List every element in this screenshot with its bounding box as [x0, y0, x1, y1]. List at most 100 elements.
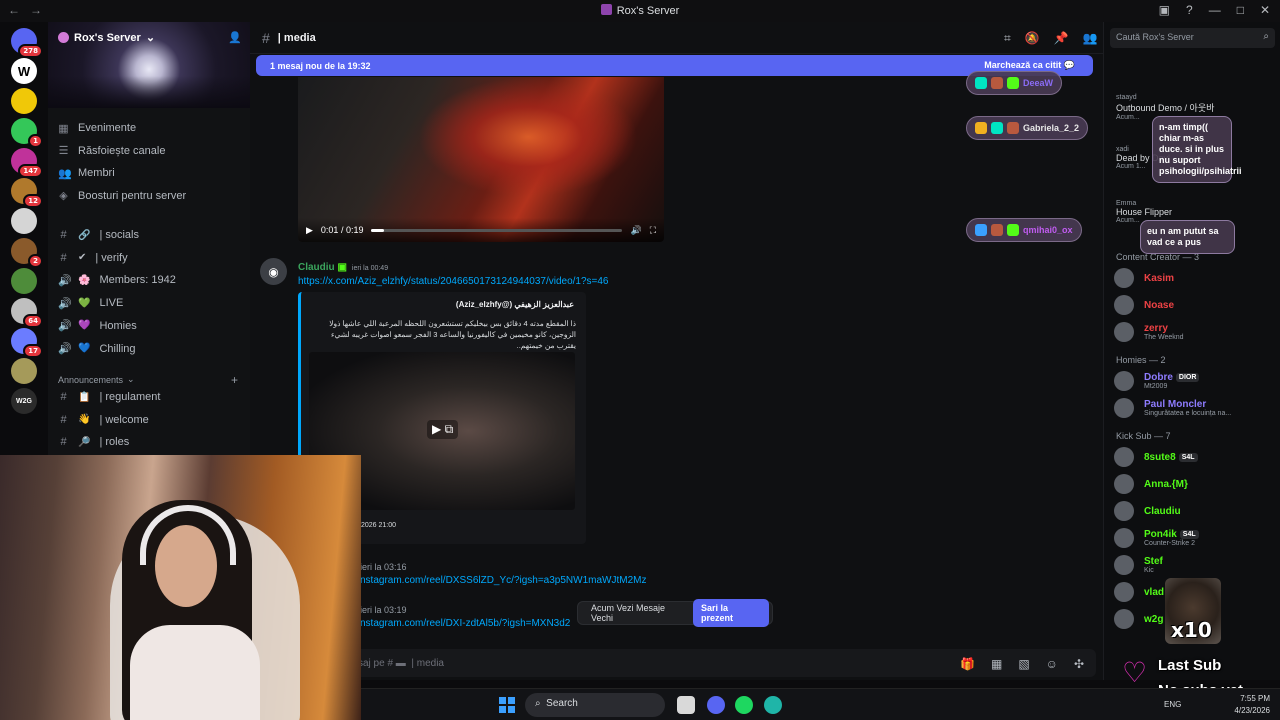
file-explorer-icon[interactable] — [677, 696, 695, 714]
channel-item[interactable]: # 🔎 | roles — [58, 432, 243, 452]
apps-icon[interactable]: ✣ — [1074, 657, 1084, 671]
avatar — [1114, 295, 1134, 315]
volume-icon[interactable]: 🔊 — [630, 225, 641, 236]
avatar — [1114, 447, 1134, 467]
notification-badge: 12 — [23, 194, 43, 208]
sidebar-item-calendar[interactable]: ▦ Evenimente — [58, 118, 243, 138]
member-item[interactable]: 8sute8 S4L — [1114, 445, 1274, 469]
member-status: Kic — [1144, 567, 1154, 574]
member-item[interactable]: Paul Moncler Singurătatea e locuința na..… — [1114, 396, 1274, 420]
server-icon[interactable] — [11, 268, 37, 294]
jump-to-present-bar: Acum Vezi Mesaje Vechi Sari la prezent — [577, 599, 773, 627]
boost-icon: ◈ — [59, 190, 68, 202]
spotify-app-icon[interactable] — [735, 696, 753, 714]
language-indicator[interactable]: ENG — [1164, 700, 1181, 709]
channel-item[interactable]: # ✔ | verify — [58, 248, 243, 268]
search-icon: ⌕ — [1263, 31, 1269, 42]
sidebar-item-members[interactable]: 👥 Membri — [58, 163, 243, 183]
jump-to-present-button[interactable]: Sari la prezent — [693, 599, 769, 627]
server-icon[interactable]: 64 — [11, 298, 43, 328]
emoji-icon[interactable]: ☺ — [1046, 657, 1058, 671]
gif-icon[interactable]: ▦ — [991, 657, 1002, 671]
new-messages-bar[interactable]: 1 mesaj nou de la 19:32 Marchează ca cit… — [256, 55, 1093, 76]
message-link[interactable]: nstagram.com/reel/DXSS6lZD_Yc/?igsh=a3p5… — [360, 575, 646, 586]
channel-emoji-icon: 📋 — [78, 391, 91, 403]
member-item[interactable]: Stef Kic — [1114, 553, 1274, 577]
heart-icon: ♡ — [1122, 657, 1148, 688]
invite-icon[interactable]: 👤 — [228, 31, 242, 44]
server-icon[interactable]: 1 — [11, 118, 43, 148]
member-item[interactable]: Anna.{M} — [1114, 472, 1274, 496]
close-button[interactable]: ✕ — [1260, 3, 1270, 17]
mute-bell-icon[interactable]: 🔕 — [1025, 31, 1040, 46]
fullscreen-icon[interactable]: ⛶ — [650, 225, 656, 236]
notification-badge: 2 — [28, 254, 43, 268]
channel-item[interactable]: # 👋 | welcome — [58, 410, 243, 430]
play-icon[interactable]: ▶ — [306, 225, 313, 236]
channel-item[interactable]: 🔊 💙 Chilling — [58, 339, 243, 359]
server-name-button[interactable]: Rox's Server ⌄ — [58, 31, 155, 44]
sticker-icon[interactable]: ▧ — [1018, 657, 1029, 671]
text-channel-icon: # — [60, 436, 67, 449]
message-link[interactable]: nstagram.com/reel/DXI-zdtAl5b/?igsh=MXN3… — [360, 618, 570, 629]
server-icon[interactable]: W2G — [11, 388, 37, 414]
member-list-icon[interactable]: 👥 — [1083, 31, 1098, 46]
video-player[interactable]: ▶ 0:01 / 0:19 🔊 ⛶ — [298, 77, 664, 242]
message-timestamp: ieri la 03:19 — [360, 605, 407, 615]
system-clock[interactable]: 7:55 PM 4/23/2026 — [1234, 693, 1270, 717]
webcam-overlay — [0, 455, 361, 720]
maximize-button[interactable]: □ — [1237, 3, 1244, 17]
server-icon[interactable]: 17 — [11, 328, 43, 358]
member-item[interactable]: zerry The Weeknd — [1114, 320, 1274, 344]
server-icon[interactable] — [11, 88, 37, 114]
inbox-icon[interactable]: ▣ — [1159, 3, 1170, 17]
member-item[interactable]: Noase — [1114, 293, 1274, 317]
message-author[interactable]: Claudiu — [298, 262, 335, 273]
server-icon[interactable]: W — [11, 58, 37, 84]
member-item[interactable]: Dobre DIOR Mt2009 — [1114, 369, 1274, 393]
category-announcements[interactable]: Announcements ⌄ + — [58, 373, 238, 387]
server-icon[interactable]: 12 — [11, 178, 43, 208]
video-progress-bar[interactable] — [371, 228, 623, 232]
member-item[interactable]: Claudiu — [1114, 499, 1274, 523]
sidebar-item-browse-channels[interactable]: ☰ Răsfoiește canale — [58, 141, 243, 161]
channel-item[interactable]: 🔊 💚 LIVE — [58, 293, 243, 313]
message-link[interactable]: https://x.com/Aziz_elzhfy/status/2046650… — [298, 276, 609, 287]
help-icon[interactable]: ? — [1186, 3, 1193, 17]
avatar[interactable]: ◉ — [260, 258, 287, 285]
search-input[interactable]: Caută Rox's Server ⌕ — [1110, 28, 1275, 48]
server-icon[interactable] — [11, 208, 37, 234]
channel-item[interactable]: # 📋 | regulament — [58, 387, 243, 407]
gift-icon[interactable]: 🎁 — [960, 657, 975, 671]
add-channel-icon[interactable]: + — [231, 373, 238, 387]
member-item[interactable]: Kasim — [1114, 266, 1274, 290]
taskbar: ⌕ Search ENG 7:55 PM 4/23/2026 — [361, 688, 1280, 720]
windows-start-icon[interactable] — [499, 697, 515, 713]
mark-as-read-button[interactable]: Marchează ca citit 💬 — [984, 60, 1075, 71]
text-channel-icon: # — [60, 251, 67, 264]
member-item[interactable]: Pon4ik S4L Counter-Strike 2 — [1114, 526, 1274, 550]
message-composer[interactable]: saj pe # ▬ | media 🎁 ▦ ▧ ☺ ✣ — [346, 649, 1096, 677]
sidebar-item-boost[interactable]: ◈ Boosturi pentru server — [58, 186, 243, 206]
play-icon[interactable]: ▶ ⧉ — [427, 420, 459, 439]
notification-badge: 17 — [23, 344, 43, 358]
server-icon[interactable] — [11, 358, 37, 384]
discord-app-icon[interactable] — [707, 696, 725, 714]
channel-item[interactable]: 🔊 🌸 Members: 1942 — [58, 270, 243, 290]
edge-app-icon[interactable] — [764, 696, 782, 714]
avatar — [1114, 371, 1134, 391]
taskbar-search[interactable]: ⌕ Search — [525, 693, 665, 717]
channel-item[interactable]: # 🔗 | socials — [58, 225, 243, 245]
pin-icon[interactable]: 📌 — [1054, 31, 1069, 46]
server-icon[interactable]: 278 — [11, 28, 43, 58]
threads-icon[interactable]: ⌗ — [1004, 31, 1011, 46]
server-icon[interactable]: 2 — [11, 238, 43, 268]
embed-author[interactable]: عبدالعزيز الزهيفي (@Aziz_elzhfy) — [456, 300, 574, 309]
channel-header: # | media ⌗ 🔕 📌 👥 — [250, 22, 1103, 54]
server-icon[interactable]: 147 — [11, 148, 43, 178]
voice-channel-icon: 🔊 — [58, 320, 72, 333]
minimize-button[interactable]: — — [1209, 3, 1221, 17]
window-controls: ▣ ? — □ ✕ — [1159, 3, 1270, 17]
channel-item[interactable]: 🔊 💜 Homies — [58, 316, 243, 336]
chevron-down-icon: ⌄ — [127, 374, 135, 384]
